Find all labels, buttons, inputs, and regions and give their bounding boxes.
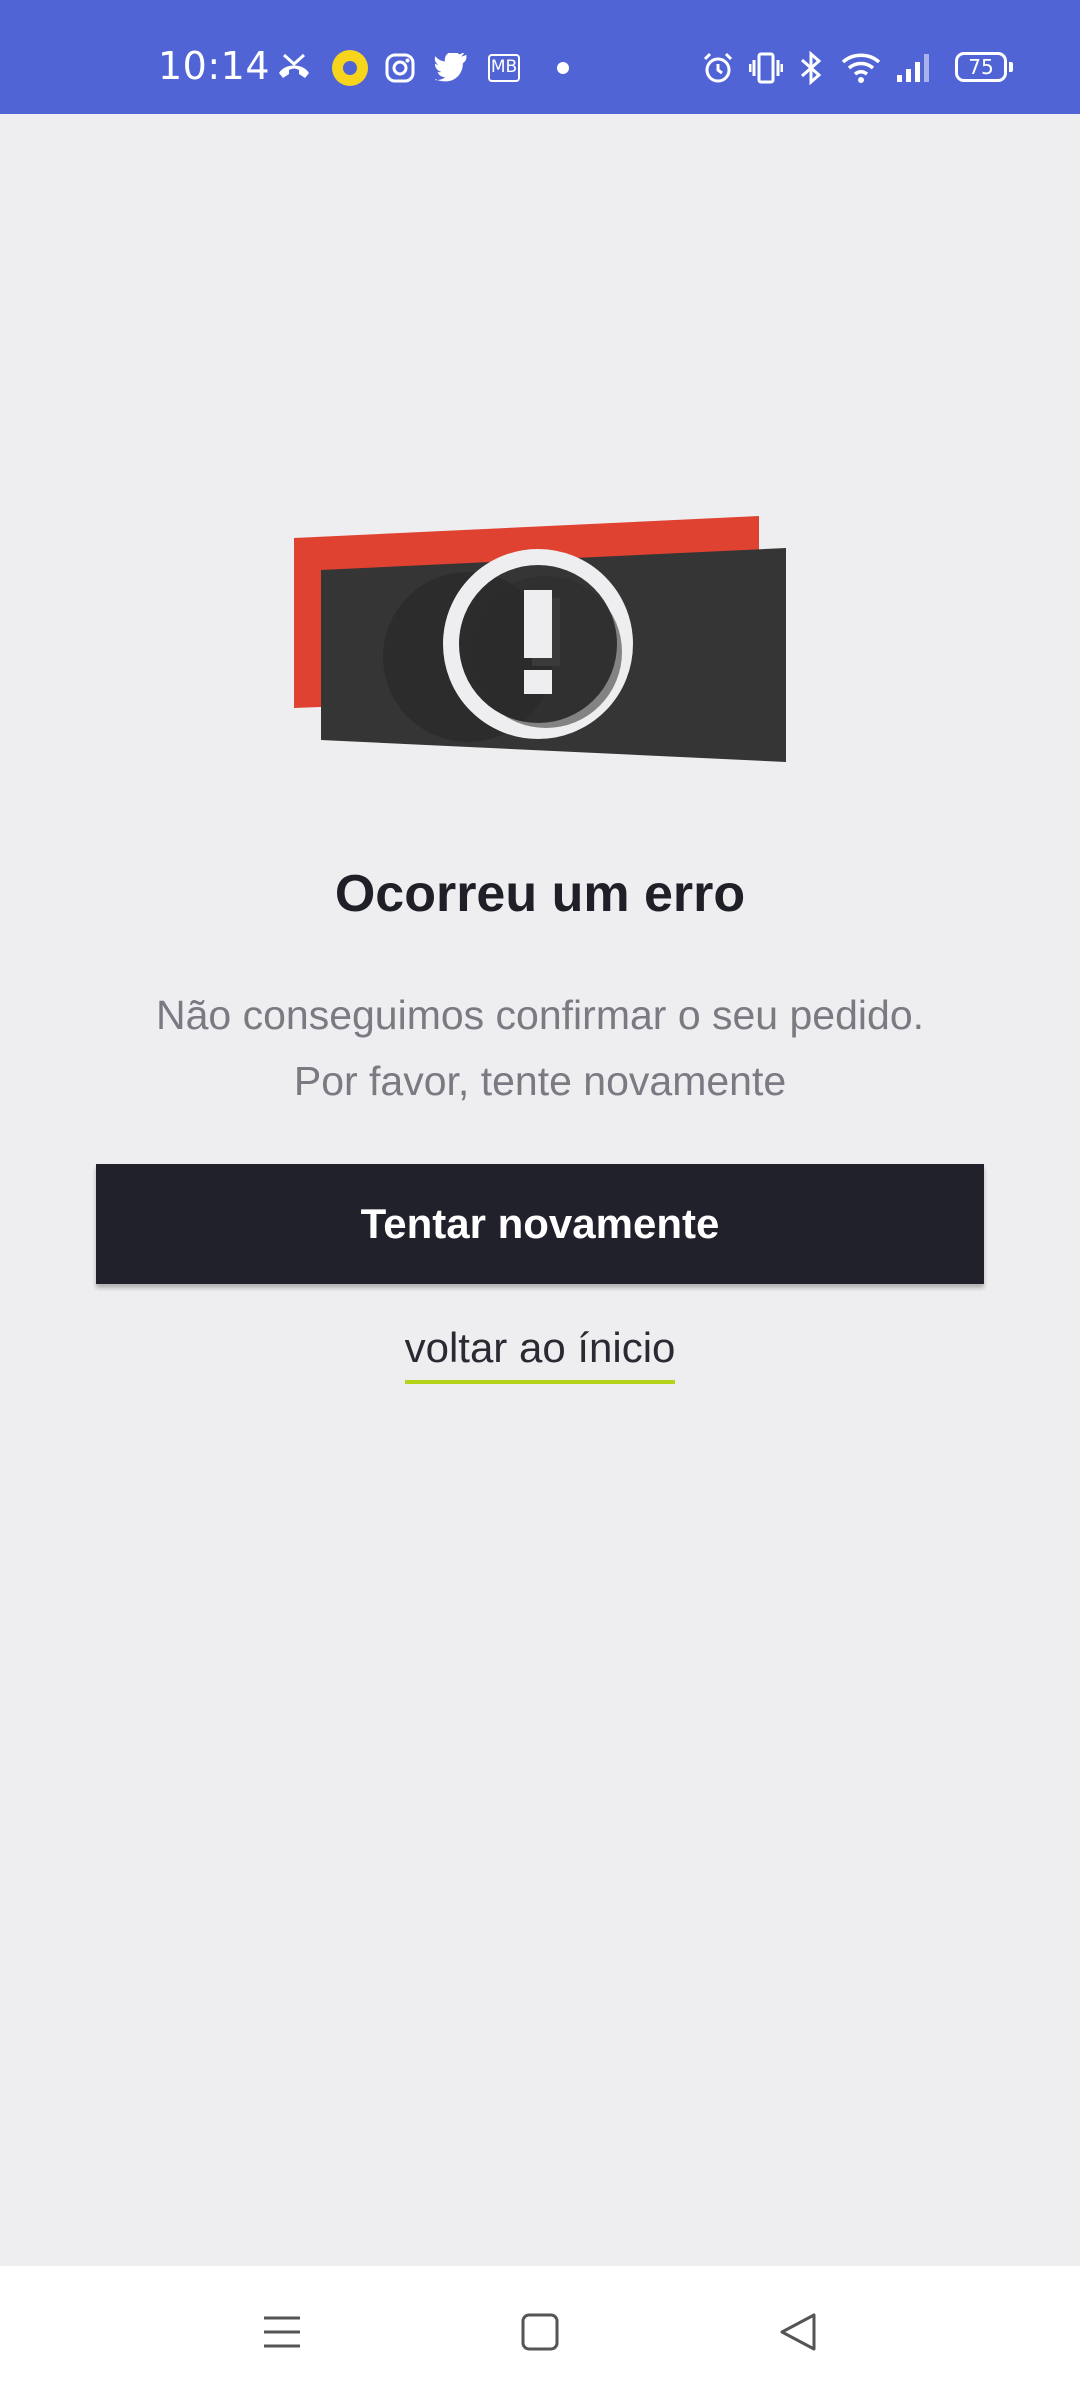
instagram-icon [382,48,418,88]
error-message-line2: Por favor, tente novamente [293,1058,787,1104]
mb-label: MB [488,54,520,82]
home-link-container: voltar ao ínicio [0,1318,1080,1384]
bluetooth-icon [796,48,826,88]
status-time: 10:14 [158,44,271,88]
vibrate-icon [748,48,784,88]
home-square-icon[interactable] [510,2302,570,2362]
twitter-icon [432,48,472,88]
retry-button[interactable]: Tentar novamente [96,1164,984,1284]
notification-dot-icon [330,48,370,88]
missed-call-icon [274,48,314,88]
back-triangle-icon[interactable] [768,2302,828,2362]
error-message: Não conseguimos confirmar o seu pedido. … [60,982,1020,1114]
error-message-line1: Não conseguimos confirmar o seu pedido. [155,992,925,1038]
more-dot-icon [555,48,571,88]
error-title: Ocorreu um erro [334,865,746,923]
signal-icon [894,48,934,88]
error-illustration [294,516,786,762]
wifi-icon [840,48,882,88]
status-bar: 10:14 MB 75 [0,0,1080,114]
menu-icon[interactable] [252,2302,312,2362]
battery-icon: 75 [955,52,1013,82]
mb-app-icon: MB [484,48,524,88]
back-to-home-link[interactable]: voltar ao ínicio [404,1318,676,1384]
alarm-icon [700,48,736,88]
